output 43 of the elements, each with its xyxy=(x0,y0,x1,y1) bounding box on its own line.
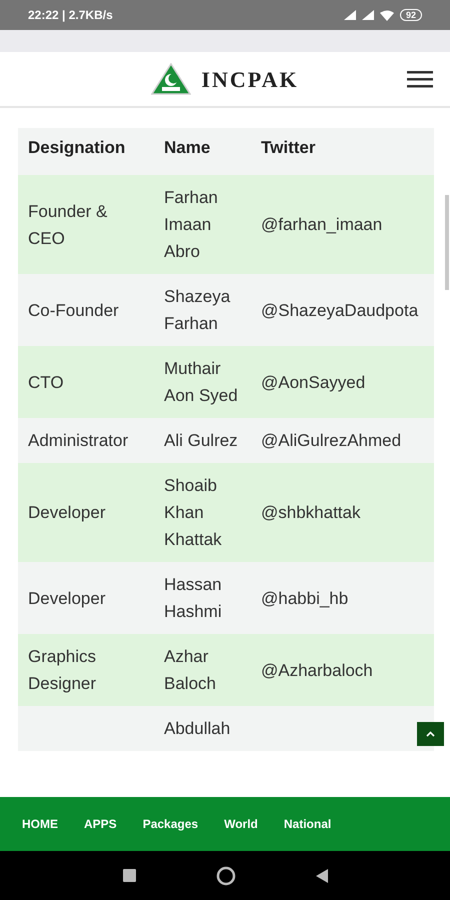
nav-link[interactable]: World xyxy=(224,815,258,833)
table-cell: @AonSayyed xyxy=(261,372,366,392)
table-cell-text: CTO xyxy=(28,372,65,394)
column-header: Designation xyxy=(28,137,126,160)
nav-link[interactable]: National xyxy=(284,815,332,833)
logo-icon xyxy=(151,63,192,95)
table-cell-text: Abdullah xyxy=(164,718,232,740)
site-title: INCPAK xyxy=(201,66,299,94)
signal-icon xyxy=(362,10,374,20)
table-cell: @AliGulrezAhmed xyxy=(261,431,402,450)
back-to-top-button[interactable] xyxy=(417,722,444,746)
table-cell-text: Graphics Designer xyxy=(28,646,98,695)
table-cell-text: Ali Gulrez xyxy=(164,430,238,452)
table-cell-text: Shoaib Khan Khattak xyxy=(164,475,223,551)
table-cell-text: Developer xyxy=(28,588,106,610)
recents-icon[interactable] xyxy=(122,869,136,882)
table-cell: @ShazeyaDaudpota xyxy=(261,300,418,320)
battery-indicator: 92 xyxy=(400,9,422,21)
table-cell-text: Muthair Aon Syed xyxy=(164,358,238,407)
signal-icon xyxy=(344,10,356,20)
table-cell: @habbi_hb xyxy=(261,588,348,608)
table-cell: @Azharbaloch xyxy=(261,660,373,680)
chevron-up-icon xyxy=(426,731,435,737)
table-cell-text: Farhan Imaan Abro xyxy=(164,187,219,263)
status-time: 22:22 | 2.7KB/s xyxy=(28,7,113,24)
table-cell-text: Administrator xyxy=(28,430,130,452)
table-cell-text: Developer xyxy=(28,502,106,524)
table-cell-text: Azhar Baloch xyxy=(164,646,217,695)
wifi-icon xyxy=(380,10,394,20)
menu-icon[interactable] xyxy=(407,71,433,88)
table-cell-text: Shazeya Farhan xyxy=(164,286,232,335)
nav-link[interactable]: HOME xyxy=(22,815,58,833)
table-cell: @shbkhattak xyxy=(261,503,360,522)
nav-link[interactable]: Packages xyxy=(142,815,198,833)
back-icon[interactable] xyxy=(316,868,328,882)
table-cell-text: Hassan Hashmi xyxy=(164,574,223,623)
table-cell-text: Founder & CEO xyxy=(28,200,108,250)
table-cell-text: Co-Founder xyxy=(28,300,120,322)
column-header: Twitter xyxy=(261,137,316,160)
nav-link[interactable]: APPS xyxy=(84,815,117,833)
table-cell: @farhan_imaan xyxy=(261,215,382,234)
home-icon[interactable] xyxy=(216,866,236,886)
column-header: Name xyxy=(164,137,212,160)
